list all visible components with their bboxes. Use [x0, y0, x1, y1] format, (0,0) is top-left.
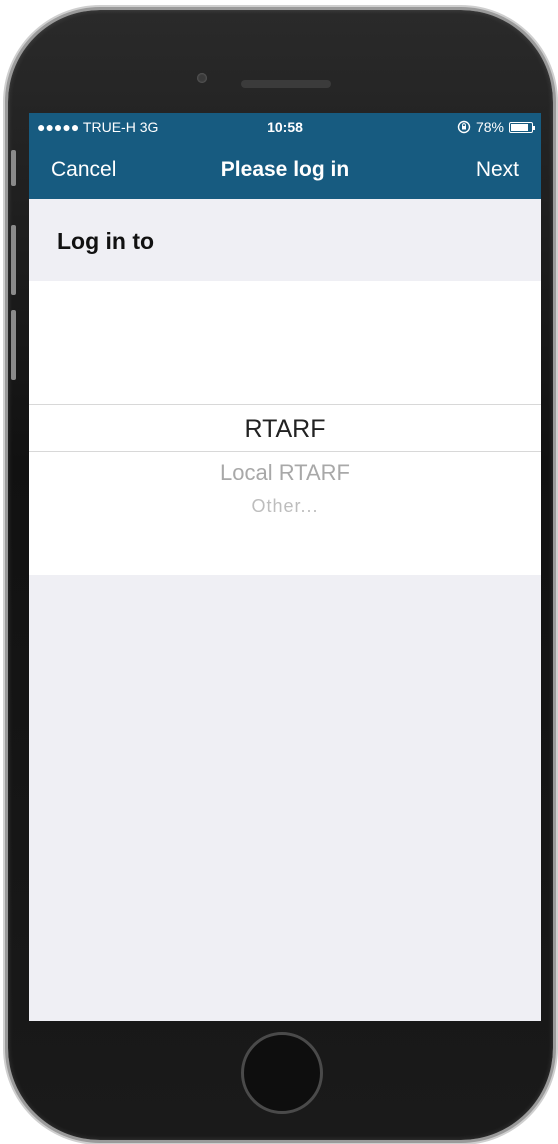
front-camera: [197, 73, 207, 83]
picker-option-rtarf[interactable]: RTARF: [29, 415, 541, 444]
next-button[interactable]: Next: [476, 158, 519, 182]
stage: ●●●●● TRUE-H 3G 10:58 78% Cancel Please …: [0, 0, 558, 1144]
picker-selection-top-line: [29, 404, 541, 405]
volume-up-button: [11, 225, 16, 295]
section-header: Log in to: [57, 228, 155, 254]
login-target-picker[interactable]: RTARF Local RTARF Other...: [29, 281, 541, 575]
battery-percent: 78%: [475, 119, 504, 135]
volume-down-button: [11, 310, 16, 380]
home-button[interactable]: [241, 1032, 323, 1114]
battery-fill: [511, 123, 529, 131]
picker-option-local-rtarf[interactable]: Local RTARF: [29, 460, 541, 486]
page-title: Please log in: [220, 158, 350, 181]
mute-switch: [11, 150, 16, 186]
picker-option-other[interactable]: Other...: [29, 496, 541, 517]
navigation-bar: Cancel Please log in Next: [29, 143, 541, 199]
rotation-lock-icon: [457, 120, 471, 134]
status-right: 78%: [457, 119, 535, 135]
picker-selection-bottom-line: [29, 451, 541, 452]
earpiece-speaker: [241, 80, 331, 88]
screen: ●●●●● TRUE-H 3G 10:58 78% Cancel Please …: [29, 113, 541, 1021]
status-bar: ●●●●● TRUE-H 3G 10:58 78%: [29, 113, 541, 143]
battery-icon: [509, 121, 535, 133]
